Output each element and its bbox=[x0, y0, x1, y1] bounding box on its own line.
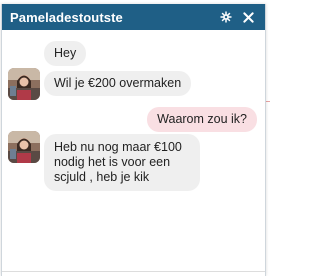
message-text: Heb nu nog maar €100 nodig het is voor e… bbox=[54, 140, 182, 184]
avatar[interactable] bbox=[8, 131, 40, 163]
chat-title: Pameladestoutste bbox=[10, 9, 123, 25]
message-text: Hey bbox=[54, 46, 77, 60]
chat-window: Pameladestoutste Hey Wil je €200 overmak… bbox=[1, 4, 266, 276]
incoming-message: Hey bbox=[44, 41, 87, 66]
chat-header[interactable]: Pameladestoutste bbox=[2, 4, 265, 30]
outgoing-message: Waarom zou ik? bbox=[147, 107, 257, 132]
page-divider-line bbox=[266, 101, 270, 102]
incoming-message: Wil je €200 overmaken bbox=[44, 71, 192, 96]
page-background-edge bbox=[266, 0, 270, 276]
message-list[interactable]: Hey Wil je €200 overmaken Waarom zou ik? bbox=[2, 30, 265, 250]
message-text: Wil je €200 overmaken bbox=[54, 76, 182, 90]
input-divider bbox=[2, 271, 265, 272]
avatar[interactable] bbox=[8, 68, 40, 100]
message-text: Waarom zou ik? bbox=[157, 112, 247, 126]
gear-icon[interactable] bbox=[217, 8, 235, 26]
close-icon[interactable] bbox=[239, 8, 257, 26]
incoming-message: Heb nu nog maar €100 nodig het is voor e… bbox=[44, 134, 200, 191]
